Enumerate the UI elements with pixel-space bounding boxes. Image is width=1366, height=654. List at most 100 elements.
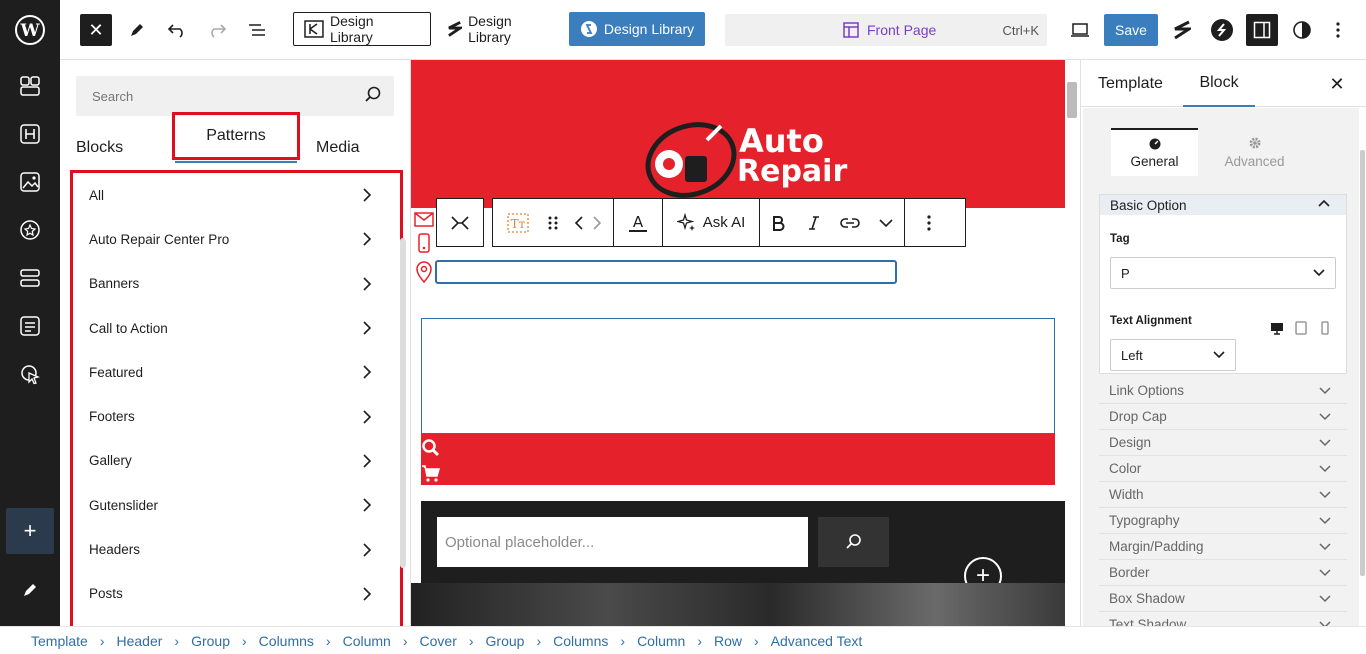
breadcrumb-item[interactable]: Group [191, 633, 230, 649]
breadcrumb-item[interactable]: Row [714, 633, 742, 649]
text-alignment-select[interactable]: Left [1110, 339, 1236, 371]
rail-image-button[interactable] [18, 170, 42, 194]
mobile-icon[interactable] [1318, 321, 1332, 335]
tools-button[interactable] [122, 14, 152, 46]
close-settings-button[interactable]: ✕ [1325, 72, 1349, 96]
pattern-category-item[interactable]: Headers [73, 527, 398, 571]
breadcrumb-item[interactable]: Cover [420, 633, 457, 649]
settings-accordion-item[interactable]: Color [1099, 456, 1347, 482]
rail-star-button[interactable] [18, 218, 42, 242]
settings-accordion-item[interactable]: Margin/Padding [1099, 534, 1347, 560]
drag-handle[interactable] [543, 199, 563, 246]
tab-media[interactable]: Media [316, 130, 360, 166]
settings-accordion-item[interactable]: Design [1099, 430, 1347, 456]
site-search-input[interactable]: Optional placeholder... [437, 517, 808, 567]
pattern-category-item[interactable]: Call to Action [73, 306, 398, 350]
pattern-category-item[interactable]: Featured [73, 350, 398, 394]
rail-edit-button[interactable] [18, 578, 42, 602]
breadcrumb-item[interactable]: Group [486, 633, 525, 649]
rail-add-block-button[interactable]: + [6, 508, 54, 554]
tablet-icon[interactable] [1294, 321, 1308, 335]
rail-interactions-button[interactable] [18, 362, 42, 386]
pattern-category-item[interactable]: Footers [73, 394, 398, 438]
settings-accordion-item[interactable]: Width [1099, 482, 1347, 508]
settings-accordion-label: Border [1109, 565, 1150, 580]
rail-heading-button[interactable] [18, 122, 42, 146]
spectra-settings-button[interactable] [1208, 14, 1236, 46]
settings-toggle-button[interactable] [1246, 14, 1278, 46]
breadcrumb-item[interactable]: Column [637, 633, 685, 649]
breadcrumb-item[interactable]: Header [116, 633, 162, 649]
tab-advanced[interactable]: Advanced [1211, 128, 1298, 176]
tab-general[interactable]: General [1111, 128, 1198, 176]
rail-text-button[interactable] [18, 314, 42, 338]
pattern-category-item[interactable]: All [73, 173, 398, 217]
command-palette-bar[interactable]: Front Page Ctrl+K [725, 14, 1047, 46]
pattern-category-item[interactable]: Gallery [73, 439, 398, 483]
group-block-outline[interactable] [421, 318, 1055, 434]
link-button[interactable] [832, 199, 868, 246]
breadcrumb-item[interactable]: Columns [259, 633, 314, 649]
tab-template[interactable]: Template [1098, 60, 1163, 107]
chevron-right-icon [593, 215, 602, 230]
close-inserter-button[interactable]: ✕ [80, 14, 112, 46]
preview-button[interactable] [1066, 14, 1094, 46]
inserter-search-input[interactable] [76, 88, 346, 104]
header-icons-bar [421, 434, 1055, 485]
save-button[interactable]: Save [1104, 14, 1158, 46]
category-scrollbar[interactable] [400, 238, 406, 568]
rail-patterns-button[interactable] [18, 74, 42, 98]
rail-layout-button[interactable] [18, 266, 42, 290]
more-formats-button[interactable] [868, 199, 904, 246]
settings-tabs: Template Block ✕ [1081, 60, 1366, 107]
document-overview-button[interactable] [242, 14, 272, 46]
undo-button[interactable] [162, 14, 192, 46]
bold-button[interactable] [760, 199, 796, 246]
styles-button[interactable] [1288, 14, 1316, 46]
block-options-button[interactable] [905, 199, 953, 246]
search-icon[interactable] [421, 438, 441, 458]
chevron-right-icon [363, 542, 372, 557]
site-search-button[interactable] [818, 517, 889, 567]
selected-advanced-text-block[interactable] [435, 260, 897, 284]
pattern-category-item[interactable]: Auto Repair Center Pro [73, 217, 398, 261]
wordpress-logo-button[interactable]: W [0, 0, 60, 60]
tab-blocks[interactable]: Blocks [76, 130, 123, 166]
settings-accordion-item[interactable]: Drop Cap [1099, 404, 1347, 430]
breadcrumb-item[interactable]: Advanced Text [771, 633, 863, 649]
breadcrumb-item[interactable]: Columns [553, 633, 608, 649]
header-cover-block[interactable]: Auto Repair [411, 60, 1065, 208]
text-color-button[interactable]: A [614, 199, 662, 246]
design-library-button-1[interactable]: Design Library [293, 12, 431, 46]
basic-option-header[interactable]: Basic Option [1100, 195, 1346, 215]
settings-accordion-item[interactable]: Typography [1099, 508, 1347, 534]
breadcrumb-item[interactable]: Template [31, 633, 88, 649]
search-icon[interactable] [364, 86, 382, 104]
tag-select[interactable]: P [1110, 257, 1336, 289]
ask-ai-button[interactable]: Ask AI [663, 199, 759, 246]
pattern-category-item[interactable]: Gutenslider [73, 483, 398, 527]
site-logo[interactable]: Auto Repair [641, 118, 847, 208]
settings-accordion-item[interactable]: Border [1099, 560, 1347, 586]
settings-accordion-item[interactable]: Link Options [1099, 378, 1347, 404]
italic-button[interactable] [796, 199, 832, 246]
block-type-button[interactable]: Tт [493, 199, 543, 246]
settings-scrollbar[interactable] [1360, 150, 1365, 576]
shopping-cart-icon[interactable] [421, 463, 441, 483]
breadcrumb-item[interactable]: Column [343, 633, 391, 649]
stackable-settings-button[interactable] [1168, 14, 1196, 46]
tab-patterns[interactable]: Patterns [172, 112, 300, 163]
design-library-button-3[interactable]: Design Library [569, 12, 705, 46]
options-menu-button[interactable] [1328, 14, 1348, 46]
pattern-category-item[interactable]: Posts [73, 572, 398, 616]
chevron-left-icon [574, 215, 583, 230]
tab-block[interactable]: Block [1183, 60, 1255, 107]
redo-button[interactable] [202, 14, 232, 46]
select-parent-block-button[interactable] [436, 198, 484, 247]
canvas-scrollbar[interactable] [1067, 82, 1077, 118]
desktop-icon[interactable] [1270, 321, 1284, 335]
design-library-button-2[interactable]: Design Library [437, 12, 563, 46]
move-block-buttons[interactable] [563, 199, 613, 246]
pattern-category-item[interactable]: Banners [73, 262, 398, 306]
settings-accordion-item[interactable]: Box Shadow [1099, 586, 1347, 612]
